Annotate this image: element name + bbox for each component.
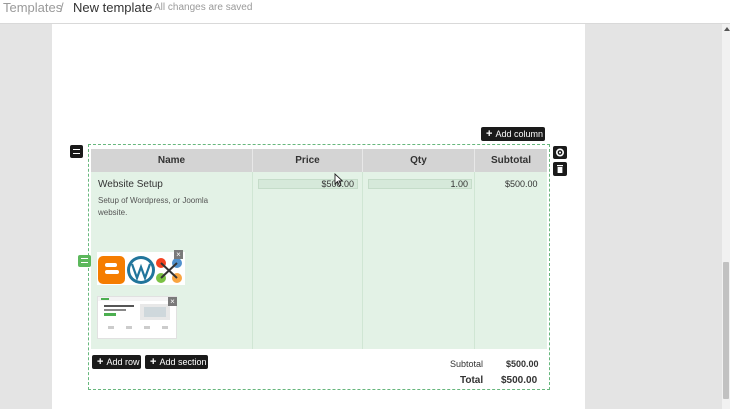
remove-logos-icon[interactable]: × [174, 250, 183, 259]
delete-button[interactable] [553, 162, 567, 176]
cursor-icon [334, 173, 344, 187]
total-label: Total [460, 375, 484, 386]
column-header-qty[interactable]: Qty [363, 149, 475, 172]
add-section-button[interactable]: + Add section [145, 355, 208, 369]
table-cell-price[interactable] [253, 172, 363, 349]
column-header-subtotal[interactable]: Subtotal [475, 149, 547, 172]
scroll-up-icon[interactable] [724, 27, 730, 31]
top-bar: Templates / New template All changes are… [0, 0, 730, 24]
column-header-name[interactable]: Name [91, 149, 253, 172]
add-row-button[interactable]: + Add row [92, 355, 141, 369]
plus-icon: + [150, 356, 157, 368]
table-cell-qty[interactable] [363, 172, 475, 349]
row-drag-handle[interactable] [78, 255, 91, 267]
save-status: All changes are saved [154, 2, 253, 13]
page-title[interactable]: New template [73, 0, 152, 15]
cms-logos-image [98, 256, 182, 284]
settings-button[interactable] [553, 146, 567, 159]
trash-icon [557, 165, 563, 173]
subtotal-value: $500.00 [506, 359, 539, 369]
breadcrumb-templates[interactable]: Templates [3, 0, 62, 15]
remove-thumbnail-icon[interactable]: × [168, 297, 177, 306]
column-header-price[interactable]: Price [253, 149, 363, 172]
section-drag-handle[interactable] [70, 145, 83, 158]
plus-icon: + [97, 356, 104, 368]
table-cell-subtotal [475, 172, 547, 349]
subtotal-label: Subtotal [450, 359, 484, 369]
website-thumbnail-image[interactable] [97, 296, 177, 339]
menu-icon [73, 149, 80, 154]
website-thumbnail-image-art [98, 297, 176, 329]
plus-icon: + [486, 128, 493, 140]
logos-image[interactable] [97, 252, 185, 285]
qty-input[interactable]: 1.00 [368, 179, 472, 189]
total-value: $500.00 [501, 375, 538, 386]
menu-icon [81, 258, 88, 263]
row-subtotal: $500.00 [505, 179, 538, 189]
gear-icon [555, 148, 565, 157]
item-description[interactable]: Setup of Wordpress, or Joomla website. [98, 195, 238, 219]
item-name[interactable]: Website Setup [98, 179, 163, 190]
scrollbar-thumb[interactable] [723, 262, 729, 399]
add-column-button[interactable]: + Add column [481, 127, 545, 141]
breadcrumb-separator: / [60, 0, 64, 15]
